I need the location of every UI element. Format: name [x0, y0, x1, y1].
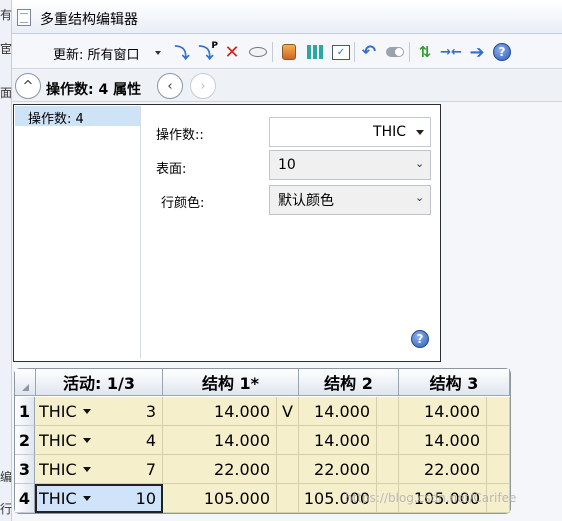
toolbar-separator: [354, 42, 355, 62]
chevron-right-icon: ›: [200, 78, 206, 94]
operand-type: THIC: [39, 430, 77, 450]
solve-status[interactable]: [377, 397, 399, 426]
config-3-value[interactable]: 14.000: [399, 426, 487, 455]
column-header-config-2[interactable]: 结构 2: [299, 369, 399, 396]
config-1-value[interactable]: 14.000: [163, 397, 277, 426]
config-2-value[interactable]: 14.000: [299, 397, 377, 426]
background-text: 行: [0, 502, 13, 516]
surface-number: 3: [145, 401, 156, 421]
background-text: 宦: [0, 42, 13, 56]
chevron-down-icon[interactable]: ⌄: [415, 157, 424, 170]
solve-status[interactable]: [487, 397, 510, 426]
config-1-value[interactable]: 22.000: [163, 455, 277, 484]
operand-type-value: THIC: [373, 124, 406, 140]
operand-type: THIC: [39, 459, 77, 479]
arrow-right-icon[interactable]: ➔: [467, 41, 487, 63]
check-chart-icon[interactable]: ✓: [331, 41, 351, 63]
chevron-down-icon[interactable]: ⌄: [415, 191, 424, 204]
column-header-config-1[interactable]: 结构 1*: [163, 369, 299, 396]
config-2-value[interactable]: 22.000: [299, 455, 377, 484]
row-header[interactable]: 2: [15, 426, 35, 455]
row-header[interactable]: 1: [15, 397, 35, 426]
operand-cell-selected[interactable]: THIC 10: [35, 484, 163, 513]
toolbar-separator: [272, 42, 273, 62]
window-title: 多重结构编辑器: [40, 12, 138, 28]
solve-status[interactable]: [377, 426, 399, 455]
collapse-button[interactable]: ^: [15, 73, 41, 99]
surface-number: 4: [145, 430, 156, 450]
insert-config-icon[interactable]: ⤵: [172, 41, 192, 63]
undo-arrow-icon[interactable]: ↶: [359, 41, 379, 63]
background-app-strip: 有 宦 面 编 行: [0, 0, 12, 521]
operand-cell[interactable]: THIC 7: [35, 455, 163, 484]
operand-type-select[interactable]: THIC: [269, 117, 431, 147]
config-3-value[interactable]: 14.000: [399, 397, 487, 426]
operand-cell[interactable]: THIC 3: [35, 397, 163, 426]
operand-cell[interactable]: THIC 4: [35, 426, 163, 455]
row-color-value: 默认颜色: [278, 193, 334, 209]
surface-select[interactable]: 10: [269, 150, 431, 180]
background-text: 编: [0, 470, 13, 484]
chevron-down-icon[interactable]: [83, 467, 91, 472]
toggle-icon[interactable]: [385, 41, 405, 63]
chevron-up-icon: ^: [22, 78, 34, 94]
config-3-value[interactable]: 22.000: [399, 455, 487, 484]
properties-header-title: 操作数: 4 属性: [46, 82, 142, 98]
chevron-down-icon[interactable]: [83, 409, 91, 414]
background-text: 有: [0, 8, 13, 22]
solve-status[interactable]: [277, 426, 299, 455]
ellipse-icon[interactable]: [248, 41, 268, 63]
surface-number: 7: [145, 459, 156, 479]
surface-label: 表面:: [156, 162, 187, 177]
chevron-down-icon[interactable]: [83, 438, 91, 443]
divider: [140, 106, 141, 359]
watermark: https://blog.csdn.net/Carifee: [345, 491, 517, 505]
operand-type: THIC: [39, 488, 77, 508]
solve-status[interactable]: V: [277, 397, 299, 426]
column-header-config-3[interactable]: 结构 3: [399, 369, 510, 396]
delete-config-icon[interactable]: ✕: [222, 41, 242, 63]
config-2-value[interactable]: 14.000: [299, 426, 377, 455]
lens-icon[interactable]: [279, 41, 299, 63]
operand-type: THIC: [39, 401, 77, 421]
surface-value: 10: [278, 157, 296, 173]
corner-triangle-icon: [22, 384, 29, 391]
solve-status[interactable]: [277, 484, 299, 513]
column-header-active[interactable]: 活动: 1/3: [36, 369, 163, 396]
columns-icon[interactable]: [305, 41, 325, 63]
background-text: 面: [0, 86, 13, 100]
insert-after-p-label: P: [211, 41, 218, 51]
solve-status[interactable]: [487, 455, 510, 484]
solve-status[interactable]: [277, 455, 299, 484]
insert-config-after-icon[interactable]: ⤵ P: [196, 41, 218, 63]
prev-operand-button[interactable]: ‹: [157, 73, 183, 99]
next-operand-button[interactable]: ›: [190, 73, 216, 99]
row-color-select[interactable]: 默认颜色: [269, 185, 431, 215]
row-color-label: 行颜色:: [161, 196, 205, 211]
toolbar-separator: [409, 42, 410, 62]
window-icon: [17, 9, 31, 26]
config-1-value[interactable]: 14.000: [163, 426, 277, 455]
update-dropdown[interactable]: 更新: 所有窗口: [53, 44, 140, 63]
chevron-down-icon[interactable]: [83, 496, 91, 501]
help-icon[interactable]: ?: [411, 330, 429, 348]
operand-type-label: 操作数::: [156, 128, 204, 143]
help-icon[interactable]: ?: [492, 41, 512, 63]
chevron-left-icon: ‹: [167, 78, 173, 94]
solve-status[interactable]: [487, 426, 510, 455]
swap-arrows-icon[interactable]: ⇅: [415, 41, 435, 63]
merge-arrows-icon[interactable]: →←: [440, 41, 462, 63]
surface-number: 10: [135, 488, 156, 508]
chevron-down-icon[interactable]: [416, 130, 424, 135]
config-1-value[interactable]: 105.000: [163, 484, 277, 513]
solve-status[interactable]: [377, 455, 399, 484]
row-header[interactable]: 3: [15, 455, 35, 484]
chevron-down-icon[interactable]: [155, 51, 161, 55]
grid-corner[interactable]: [15, 369, 36, 396]
operand-list-item-label: 操作数: 4: [28, 112, 84, 127]
row-header[interactable]: 4: [15, 484, 35, 513]
